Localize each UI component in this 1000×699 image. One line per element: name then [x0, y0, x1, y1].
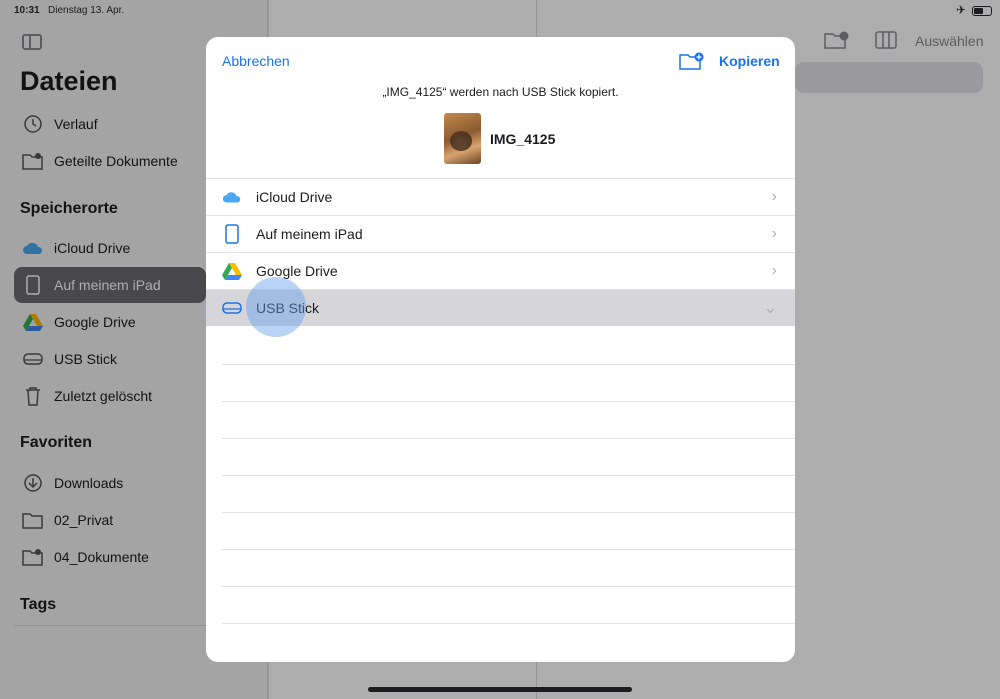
copy-dialog: Abbrechen Kopieren „IMG_4125“ werden nac…	[206, 37, 795, 662]
empty-folder-area	[222, 364, 795, 660]
chevron-right-icon: ›	[771, 188, 777, 205]
ipad-icon	[222, 224, 242, 244]
location-row-icloud[interactable]: iCloud Drive ›	[206, 178, 795, 215]
home-indicator[interactable]	[368, 687, 632, 692]
status-date: Dienstag 13. Apr.	[48, 5, 125, 16]
icloud-icon	[222, 187, 242, 207]
touch-indicator	[246, 277, 306, 337]
new-folder-icon[interactable]	[679, 51, 704, 70]
drive-icon	[222, 298, 242, 318]
file-name: IMG_4125	[490, 131, 556, 147]
location-label: iCloud Drive	[256, 189, 333, 205]
location-label: Auf meinem iPad	[256, 226, 363, 242]
location-row-ipad[interactable]: Auf meinem iPad ›	[206, 215, 795, 252]
chevron-down-icon: ⌄	[763, 300, 777, 317]
battery-icon	[972, 6, 992, 16]
google-drive-icon	[222, 261, 242, 281]
file-thumbnail	[444, 113, 481, 164]
chevron-right-icon: ›	[771, 262, 777, 279]
copy-button[interactable]: Kopieren	[719, 53, 780, 69]
copy-message: „IMG_4125“ werden nach USB Stick kopiert…	[382, 85, 619, 99]
airplane-mode-icon: ✈	[955, 3, 966, 17]
status-time: 10:31	[14, 5, 40, 16]
status-bar: 10:31 Dienstag 13. Apr. ✈	[0, 0, 1000, 22]
location-label: Google Drive	[256, 263, 338, 279]
chevron-right-icon: ›	[771, 225, 777, 242]
cancel-button[interactable]: Abbrechen	[222, 53, 290, 69]
